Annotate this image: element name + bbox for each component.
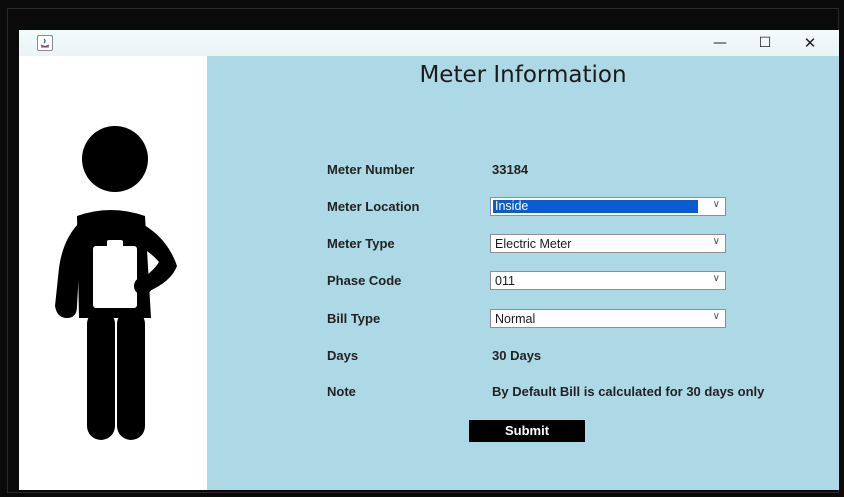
- meter-number-label: Meter Number: [327, 162, 415, 177]
- chevron-down-icon: ∨: [712, 311, 720, 322]
- bill-type-label: Bill Type: [327, 311, 381, 326]
- close-button[interactable]: ✕: [791, 30, 829, 56]
- meter-location-selected: Inside: [495, 199, 529, 213]
- days-value: 30 Days: [492, 348, 542, 363]
- title-bar: — ☐ ✕: [19, 30, 839, 56]
- phase-code-selected: 011: [495, 274, 515, 288]
- meter-number-value: 33184: [492, 162, 529, 177]
- chevron-down-icon: ∨: [712, 199, 720, 210]
- meter-location-dropdown[interactable]: Inside ∨: [490, 197, 726, 216]
- meter-info-form: Meter Information Meter Number 33184 Met…: [207, 56, 839, 490]
- person-with-clipboard-icon: [55, 126, 177, 440]
- meter-location-label: Meter Location: [327, 199, 420, 214]
- phase-code-label: Phase Code: [327, 273, 402, 288]
- phase-code-dropdown[interactable]: 011 ∨: [490, 271, 726, 290]
- minimize-button[interactable]: —: [701, 30, 739, 56]
- java-app-icon: [37, 35, 53, 51]
- bill-type-dropdown[interactable]: Normal ∨: [490, 309, 726, 328]
- app-window: — ☐ ✕ Meter Information Meter Number 331…: [19, 30, 839, 490]
- meter-type-dropdown[interactable]: Electric Meter ∨: [490, 234, 726, 253]
- chevron-down-icon: ∨: [712, 273, 720, 284]
- meter-type-label: Meter Type: [327, 236, 395, 251]
- note-label: Note: [327, 384, 356, 399]
- days-label: Days: [327, 348, 359, 363]
- submit-button[interactable]: Submit: [469, 420, 585, 442]
- page-title: Meter Information: [419, 62, 627, 88]
- bill-type-selected: Normal: [495, 312, 536, 326]
- maximize-button[interactable]: ☐: [746, 30, 784, 56]
- note-value: By Default Bill is calculated for 30 day…: [492, 384, 765, 399]
- illustration-panel: [19, 56, 207, 490]
- meter-type-selected: Electric Meter: [495, 237, 572, 251]
- chevron-down-icon: ∨: [712, 236, 720, 247]
